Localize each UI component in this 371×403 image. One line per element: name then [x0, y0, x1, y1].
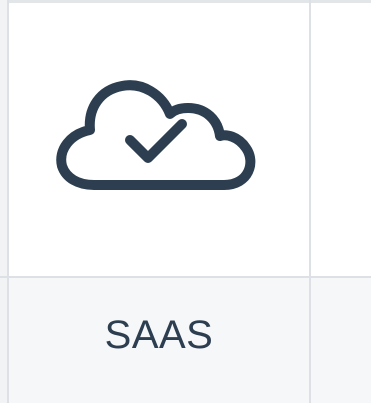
- grid-line-horizontal: [0, 276, 371, 278]
- adjacent-icon-cell: [311, 3, 371, 276]
- grid-line-left: [7, 0, 9, 403]
- grid-line-top: [0, 0, 371, 3]
- adjacent-label-cell: [311, 278, 371, 403]
- cloud-check-icon: [54, 79, 264, 200]
- feature-grid: SAAS: [0, 0, 371, 403]
- saas-label-cell[interactable]: SAAS: [9, 278, 309, 403]
- saas-icon-cell[interactable]: [9, 3, 309, 276]
- grid-line-vertical: [309, 0, 311, 403]
- card-label: SAAS: [104, 313, 214, 357]
